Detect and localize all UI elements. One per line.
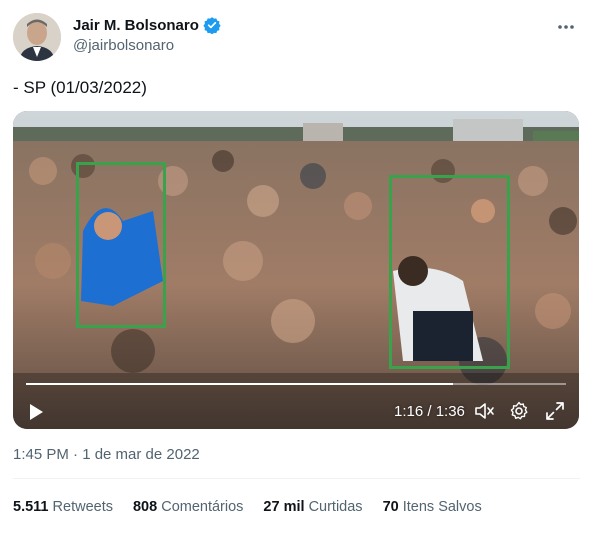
- progress-bar[interactable]: [26, 383, 566, 385]
- video-player[interactable]: 1:16 / 1:36: [13, 111, 579, 429]
- more-options-icon[interactable]: [554, 17, 578, 37]
- stat-value: 5.511: [13, 499, 49, 515]
- stat-value: 27 mil: [263, 499, 305, 515]
- stat-likes[interactable]: 27 mil Curtidas: [263, 499, 362, 515]
- stat-label: Comentários: [161, 499, 244, 515]
- settings-gear-icon[interactable]: [508, 400, 530, 422]
- stat-comments[interactable]: 808 Comentários: [133, 499, 243, 515]
- author-names: Jair M. Bolsonaro @jairbolsonaro: [73, 16, 221, 54]
- display-name[interactable]: Jair M. Bolsonaro: [73, 17, 199, 34]
- tweet-header: Jair M. Bolsonaro @jairbolsonaro: [13, 13, 580, 63]
- play-icon[interactable]: [25, 401, 47, 423]
- fullscreen-icon[interactable]: [544, 400, 566, 422]
- highlight-box-right: [389, 175, 510, 369]
- stat-label: Curtidas: [308, 499, 363, 515]
- tweet-text: - SP (01/03/2022): [13, 78, 147, 97]
- verified-badge-icon: [203, 16, 221, 35]
- stat-retweets[interactable]: 5.511 Retweets: [13, 499, 113, 515]
- stat-label: Itens Salvos: [402, 499, 482, 515]
- highlight-box-left: [76, 162, 166, 328]
- stat-label: Retweets: [52, 499, 113, 515]
- avatar[interactable]: [13, 13, 61, 61]
- video-controls: 1:16 / 1:36: [13, 373, 579, 429]
- author-handle[interactable]: @jairbolsonaro: [73, 37, 221, 54]
- mute-icon[interactable]: [473, 400, 495, 422]
- divider: [13, 478, 580, 479]
- video-time: 1:16 / 1:36: [394, 403, 465, 420]
- tweet-card: Jair M. Bolsonaro @jairbolsonaro - SP (0…: [0, 0, 593, 534]
- stat-value: 808: [132, 499, 158, 515]
- tweet-stats: 5.511 Retweets 808 Comentários 27 mil Cu…: [13, 499, 482, 515]
- tweet-timestamp[interactable]: 1:45 PM · 1 de mar de 2022: [13, 446, 200, 463]
- stat-bookmarks[interactable]: 70 Itens Salvos: [383, 499, 482, 515]
- progress-fill: [26, 383, 453, 385]
- stat-value: 70: [382, 499, 399, 515]
